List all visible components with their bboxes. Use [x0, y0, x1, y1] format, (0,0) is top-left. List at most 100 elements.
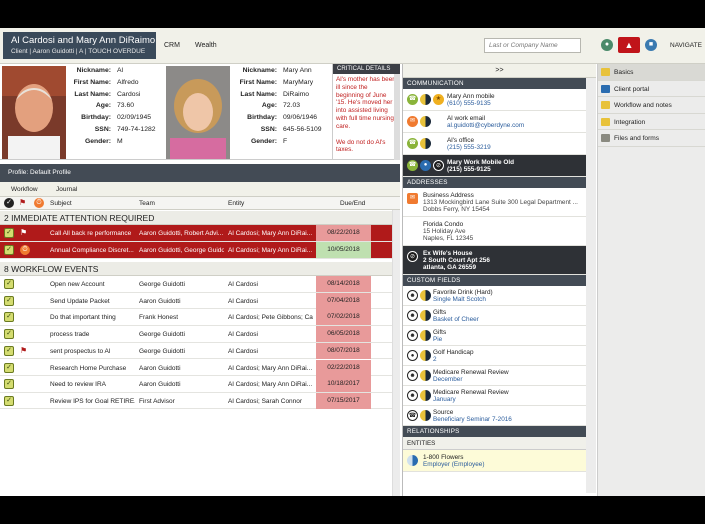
col-due[interactable]: Due/End — [340, 200, 365, 207]
workflow-scrollbar[interactable] — [392, 210, 400, 496]
entity-role[interactable]: Employer (Employee) — [423, 461, 592, 468]
search-input[interactable] — [484, 38, 581, 53]
custom-field-value[interactable]: Single Malt Scotch — [433, 296, 592, 303]
nav-integration[interactable]: Integration — [598, 114, 705, 130]
p2-first-name: MaryMary — [283, 78, 314, 86]
half-circle-icon — [420, 116, 431, 127]
table-row[interactable]: ✓ ⏱ Annual Compliance Discret... Aaron G… — [0, 242, 400, 259]
mail-icon[interactable]: ✉ — [407, 193, 418, 204]
details-scrollbar[interactable] — [586, 78, 596, 493]
sms-icon[interactable]: ● — [420, 160, 431, 171]
nav-client-portal[interactable]: Client portal — [598, 81, 705, 97]
flag-filter-icon[interactable]: ⚑ — [19, 198, 29, 208]
workflow-column-headers: ✓ ⚑ ⏱ Subject Team Entity Due/End — [0, 197, 400, 210]
complete-checkbox[interactable]: ✓ — [4, 379, 14, 390]
comm-value[interactable]: (215) 555-3219 — [447, 144, 592, 151]
comm-item[interactable]: ☎ ★ Mary Ann mobile (610) 555-9135 — [403, 89, 596, 111]
p1-age: 73.60 — [117, 102, 135, 110]
custom-field-icon: ☻ — [407, 330, 418, 341]
row-team: Frank Honest — [139, 314, 179, 322]
custom-field-value[interactable]: 2 — [433, 356, 592, 363]
complete-checkbox[interactable]: ✓ — [4, 295, 14, 306]
col-entity[interactable]: Entity — [228, 200, 244, 207]
complete-checkbox[interactable]: ✓ — [4, 312, 14, 323]
navigate-menu[interactable]: NAVIGATE — [670, 42, 702, 49]
comm-item[interactable]: ☎ ● ⊘ Mary Work Mobile Old (215) 555-912… — [403, 155, 596, 177]
clock-filter-icon[interactable]: ⏱ — [34, 198, 44, 208]
entity-icon — [407, 455, 418, 466]
table-row[interactable]: ✓ Need to review IRA Aaron Guidotti Al Card… — [0, 376, 400, 393]
tab-journal[interactable]: Journal — [56, 186, 77, 193]
chat-icon[interactable]: ■ — [645, 39, 657, 51]
comm-item[interactable]: ✉ Al work email al.guidotti@cyberdyne.co… — [403, 111, 596, 133]
table-row[interactable]: ✓ ⚑ sent prospectus to Al George Guidotti Al… — [0, 342, 400, 360]
table-row[interactable]: ✓ Review IPS for Goal RETIRE... First Advi… — [0, 392, 400, 410]
comm-value[interactable]: (610) 555-9135 — [447, 100, 592, 107]
client-header[interactable]: Al Cardosi and Mary Ann DiRaimo Client |… — [3, 32, 156, 59]
do-not-call-icon: ⊘ — [433, 160, 444, 171]
custom-field-item[interactable]: ☻ Medicare Renewal Review January — [403, 386, 596, 406]
custom-field-value[interactable]: Beneficiary Seminar 7-2016 — [433, 416, 592, 423]
phone-icon[interactable]: ☎ — [407, 94, 418, 105]
custom-field-item[interactable]: ☻ Medicare Renewal Review December — [403, 366, 596, 386]
tab-workflow[interactable]: Workflow — [11, 186, 38, 193]
filter-all-icon[interactable]: ✓ — [4, 198, 14, 208]
table-row[interactable]: ✓ Do that important thing Frank Honest Al C… — [0, 309, 400, 326]
person-icon[interactable]: ● — [601, 39, 613, 51]
star-icon[interactable]: ★ — [433, 94, 444, 105]
col-subject[interactable]: Subject — [50, 200, 72, 207]
alert-bell-button[interactable]: ▲ — [618, 37, 640, 53]
nav-wealth[interactable]: Wealth — [195, 42, 217, 49]
collapse-button[interactable]: >> — [403, 64, 596, 78]
address-item[interactable]: ⊘ Ex Wife's House 2 South Court Apt 256 … — [403, 246, 596, 275]
custom-field-item[interactable]: ☻ Favorite Drink (Hard) Single Malt Scotch — [403, 286, 596, 306]
comm-value[interactable]: al.guidotti@cyberdyne.com — [447, 122, 592, 129]
nav-crm[interactable]: CRM — [164, 42, 180, 49]
table-row[interactable]: ✓ ⚑ Call All back re performance Aaron G… — [0, 225, 400, 242]
critical-scrollbar[interactable] — [394, 74, 400, 160]
p2-ssn: 645-56-5109 — [283, 125, 322, 133]
entity-item[interactable]: 1-800 Flowers Employer (Employee) — [403, 450, 596, 472]
label-last-name: Last Name: — [74, 90, 111, 98]
comm-label: Al work email — [447, 115, 485, 122]
phone-icon[interactable]: ☎ — [407, 160, 418, 171]
complete-checkbox[interactable]: ✓ — [4, 395, 14, 406]
avatar-al — [2, 66, 66, 159]
phone-icon[interactable]: ☎ — [407, 138, 418, 149]
profile-panel: Nickname: Al First Name: Alfredo Last Name… — [0, 64, 400, 160]
complete-checkbox[interactable]: ✓ — [4, 279, 14, 289]
comm-value[interactable]: (215) 555-9125 — [447, 166, 592, 173]
custom-field-item[interactable]: ● Golf Handicap 2 — [403, 346, 596, 366]
table-row[interactable]: ✓ Open new Account George Guidotti Al Cardo… — [0, 276, 400, 293]
half-circle-icon — [420, 94, 431, 105]
address-item[interactable]: ✉ Business Address 1313 Mockingbird Lane… — [403, 188, 596, 217]
row-due: 08/22/2018 — [316, 225, 371, 241]
address-item[interactable]: Florida Condo 15 Holiday Ave Naples, FL … — [403, 217, 596, 246]
comm-item[interactable]: ☎ Al's office (215) 555-3219 — [403, 133, 596, 155]
nav-files-forms[interactable]: Files and forms — [598, 130, 705, 147]
custom-field-item[interactable]: ☻ Gifts Basket of Cheer — [403, 306, 596, 326]
custom-field-value[interactable]: January — [433, 396, 592, 403]
col-team[interactable]: Team — [139, 200, 155, 207]
email-icon[interactable]: ✉ — [407, 116, 418, 127]
label-age: Age: — [95, 102, 111, 110]
table-row[interactable]: ✓ Send Update Packet Aaron Guidotti Al Card… — [0, 292, 400, 310]
nav-workflow-notes[interactable]: Workflow and notes — [598, 97, 705, 114]
table-row[interactable]: ✓ Research Home Purchase Aaron Guidotti Al … — [0, 359, 400, 376]
complete-checkbox[interactable]: ✓ — [4, 345, 14, 356]
row-entity: Al Cardosi — [228, 281, 258, 288]
label-gender: Gender: — [84, 137, 111, 145]
complete-checkbox[interactable]: ✓ — [4, 228, 14, 238]
custom-field-item[interactable]: ☻ Gifts Pie — [403, 326, 596, 346]
complete-checkbox[interactable]: ✓ — [4, 329, 14, 340]
custom-field-value[interactable]: Basket of Cheer — [433, 316, 592, 323]
custom-field-value[interactable]: Pie — [433, 336, 592, 343]
profile-header[interactable]: Profile: Default Profile — [0, 164, 400, 182]
nav-basics[interactable]: Basics — [598, 64, 705, 81]
complete-checkbox[interactable]: ✓ — [4, 362, 14, 373]
complete-checkbox[interactable]: ✓ — [4, 245, 14, 255]
custom-field-icon: ☎ — [407, 410, 418, 421]
table-row[interactable]: ✓ process trade George Guidotti Al Cardosi 0… — [0, 326, 400, 343]
custom-field-item[interactable]: ☎ Source Beneficiary Seminar 7-2016 — [403, 406, 596, 426]
custom-field-value[interactable]: December — [433, 376, 592, 383]
